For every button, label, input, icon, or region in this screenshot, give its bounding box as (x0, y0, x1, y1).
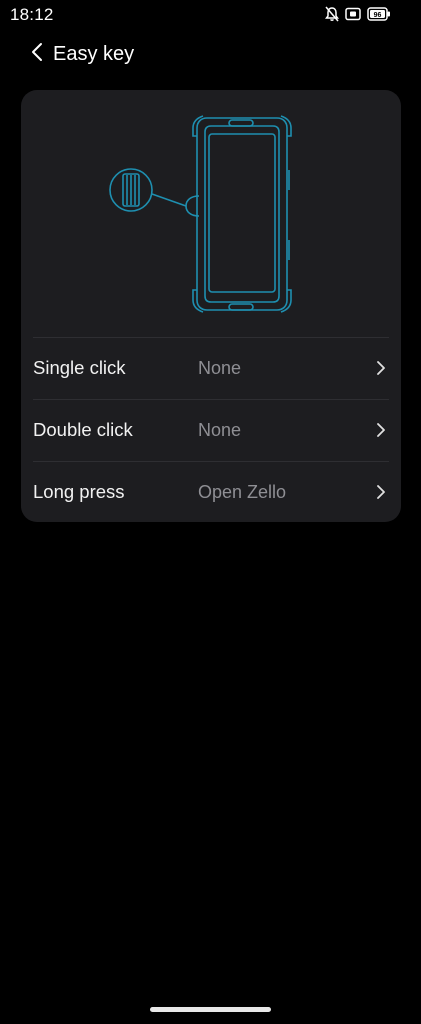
battery-level: 96 (374, 12, 382, 19)
single-click-label: Single click (33, 357, 126, 378)
status-icons: 96 (325, 6, 391, 22)
single-click-row[interactable]: Single click None (21, 337, 401, 399)
status-bar: 18:12 96 (0, 0, 421, 30)
long-press-value: Open Zello (198, 482, 287, 502)
double-click-row[interactable]: Double click None (21, 399, 401, 461)
chevron-right-icon (375, 359, 387, 377)
long-press-row[interactable]: Long press Open Zello (21, 461, 401, 523)
phone-side-key-illustration (21, 90, 401, 337)
chevron-right-icon (375, 421, 387, 439)
chevron-right-icon (375, 483, 387, 501)
chevron-left-icon (31, 42, 43, 67)
double-click-value: None (198, 420, 242, 440)
back-button[interactable] (26, 40, 48, 68)
page-title: Easy key (53, 43, 135, 65)
long-press-label: Long press (33, 481, 125, 502)
sim-icon (345, 7, 361, 21)
single-click-value: None (198, 358, 242, 378)
battery-icon: 96 (367, 7, 391, 21)
double-click-label: Double click (33, 419, 133, 440)
status-time: 18:12 (10, 5, 54, 24)
home-indicator[interactable] (150, 1007, 271, 1012)
bell-off-icon (325, 6, 339, 22)
settings-card: Single click None Double click None Long… (21, 90, 401, 522)
header: Easy key (0, 38, 421, 70)
